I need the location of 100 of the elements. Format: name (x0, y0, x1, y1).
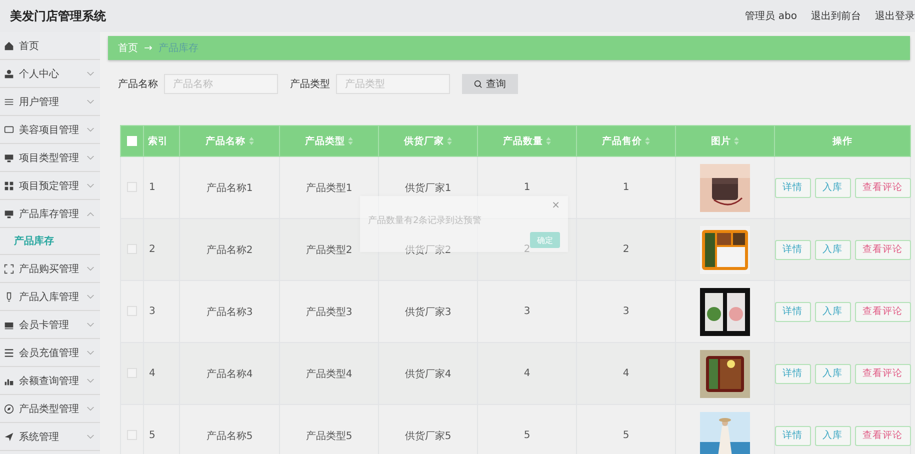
table-cell: 供货厂家2 (404, 244, 452, 256)
action-button[interactable]: 查看评论 (854, 426, 910, 446)
monitor-icon (4, 152, 14, 162)
sidebar-item[interactable]: 个人中心 (0, 60, 100, 88)
table-cell: 3 (149, 306, 156, 317)
sidebar-item[interactable]: 项目预定管理 (0, 172, 100, 200)
dialog-message: 产品数量有2条记录到达预警 (368, 214, 482, 227)
sidebar-item[interactable]: 项目类型管理 (0, 144, 100, 172)
chevron-icon (87, 378, 94, 382)
sort-icon[interactable] (734, 136, 739, 145)
field-label: 产品类型 (290, 78, 330, 91)
user-label: 管理员 abo (745, 10, 797, 23)
sidebar-item[interactable]: 产品库存管理 (0, 200, 100, 228)
sidebar-item[interactable]: 用户管理 (0, 88, 100, 116)
table-cell: 产品类型3 (306, 306, 352, 318)
search-field[interactable]: 产品名称 (164, 74, 278, 94)
table-cell: 产品名称2 (206, 244, 253, 256)
sort-icon[interactable] (546, 136, 551, 145)
chevron-icon (87, 128, 94, 132)
chevron-icon (87, 434, 94, 438)
search-button[interactable]: 查询 (462, 74, 518, 94)
chevron-icon (87, 294, 94, 298)
field-label: 产品名称 (118, 78, 158, 91)
sidebar-item[interactable]: 会员卡管理 (0, 311, 100, 339)
chevron-icon (87, 72, 94, 76)
app-title: 美发门店管理系统 (10, 8, 106, 24)
frame-icon (4, 264, 14, 274)
sort-icon[interactable] (447, 136, 452, 145)
sidebar-item[interactable]: 会员充值管理 (0, 339, 100, 367)
table-cell: 3 (524, 306, 530, 317)
action-button[interactable]: 入库 (814, 426, 850, 446)
breadcrumb-separator: → (144, 42, 152, 54)
table-cell: 产品名称3 (206, 306, 253, 318)
action-button[interactable]: 详情 (774, 240, 810, 260)
table-cell: 产品名称1 (206, 182, 253, 194)
action-button[interactable]: 查看评论 (854, 178, 910, 198)
table-cell: 产品名称5 (206, 430, 253, 442)
sidebar-item[interactable]: 余额查询管理 (0, 367, 100, 395)
table-cell: 4 (149, 368, 156, 379)
breadcrumb-item[interactable]: 首页 (118, 41, 138, 55)
table-cell: 2 (149, 244, 156, 255)
table-cell: 产品类型1 (306, 182, 352, 194)
action-button[interactable]: 查看评论 (854, 302, 910, 322)
action-button[interactable]: 详情 (774, 178, 810, 198)
header-link[interactable]: 退出到前台 (811, 9, 861, 23)
sidebar-item[interactable]: 产品入库管理 (0, 283, 100, 311)
action-button[interactable]: 入库 (814, 240, 850, 260)
close-button[interactable]: × (552, 200, 560, 211)
user-icon (4, 68, 14, 78)
sidebar-item[interactable]: 产品类型管理 (0, 395, 100, 423)
table-cell: 产品名称4 (206, 368, 253, 380)
sort-icon[interactable] (645, 136, 650, 145)
action-button[interactable]: 详情 (774, 426, 810, 446)
action-button[interactable]: 详情 (774, 302, 810, 322)
sort-icon[interactable] (348, 136, 353, 145)
action-button[interactable]: 入库 (814, 302, 850, 322)
column-header: 产品类型 (305, 136, 345, 146)
action-button[interactable]: 入库 (814, 364, 850, 384)
table-cell: 3 (622, 306, 630, 317)
chevron-icon (87, 406, 94, 410)
sidebar-item[interactable]: 美容项目管理 (0, 116, 100, 144)
table-cell: 1 (524, 182, 530, 193)
list-icon (4, 348, 14, 358)
table-cell: 1 (149, 182, 156, 193)
chevron-icon (87, 100, 94, 104)
monitor-icon (4, 208, 14, 218)
column-header: 操作 (832, 136, 852, 146)
action-button[interactable]: 入库 (814, 178, 850, 198)
select-all-checkbox[interactable] (127, 136, 137, 146)
sort-icon[interactable] (248, 136, 254, 145)
column-header: 产品售价 (602, 136, 642, 146)
sidebar-item[interactable]: 首页 (0, 32, 100, 60)
table-cell: 供货厂家5 (404, 430, 452, 442)
chevron-icon (87, 212, 94, 216)
chevron-icon (87, 156, 94, 160)
table-cell: 供货厂家1 (404, 182, 452, 194)
column-header: 供货厂家 (404, 136, 444, 146)
chevron-icon (87, 266, 94, 270)
sidebar-item[interactable]: 产品购买管理 (0, 255, 100, 283)
table-cell: 2 (622, 244, 630, 255)
submenu-item[interactable]: 产品库存 (14, 234, 54, 248)
column-header: 产品数量 (503, 136, 543, 146)
action-button[interactable]: 查看评论 (854, 364, 910, 384)
action-button[interactable]: 详情 (774, 364, 810, 384)
header-link[interactable]: 退出登录 (875, 9, 915, 23)
table-cell: 4 (524, 368, 530, 379)
sidebar-item[interactable]: 系统管理 (0, 423, 100, 451)
search-icon (474, 80, 482, 88)
table-cell: 产品类型5 (306, 430, 352, 442)
chevron-icon (87, 350, 94, 354)
action-button[interactable]: 查看评论 (854, 240, 910, 260)
chevron-icon (87, 184, 94, 188)
table-cell: 产品类型4 (306, 368, 352, 380)
table-cell: 产品类型2 (306, 244, 352, 256)
chevron-icon (87, 322, 94, 326)
table-cell: 5 (149, 430, 156, 441)
compass-icon (4, 404, 14, 414)
search-field[interactable]: 产品类型 (336, 74, 450, 94)
home-icon (4, 40, 14, 50)
table-cell: 5 (622, 430, 630, 441)
